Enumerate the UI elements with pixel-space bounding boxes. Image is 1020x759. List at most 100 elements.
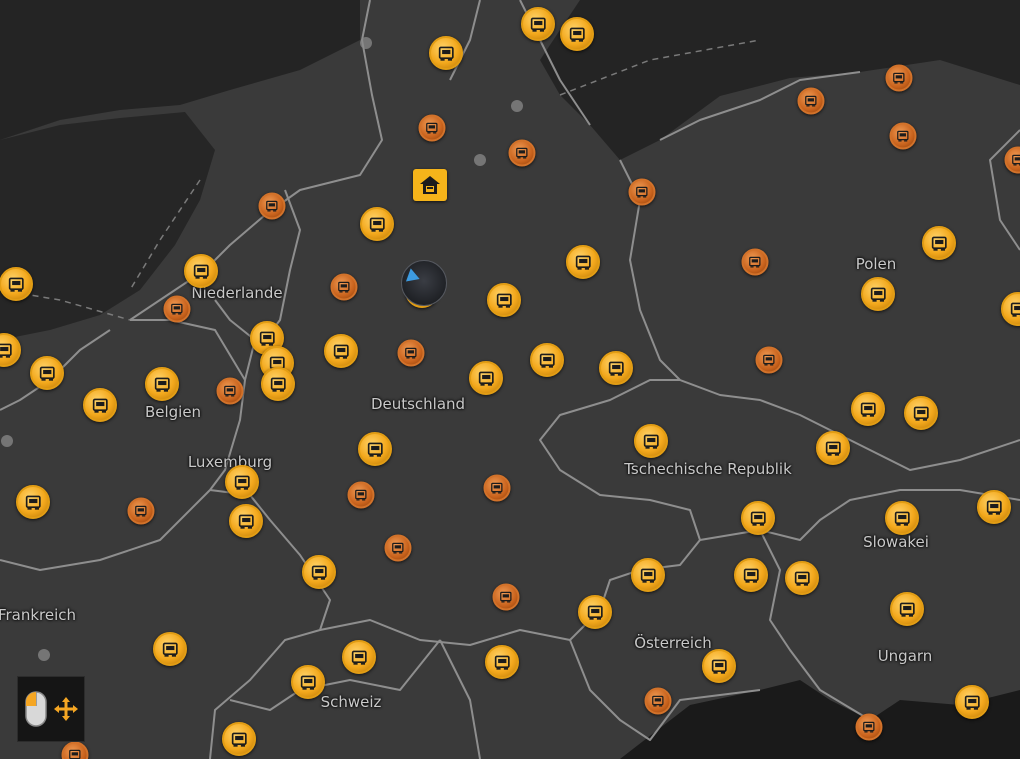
truck-icon [333,344,349,359]
company-marker[interactable] [599,351,633,385]
company-marker[interactable] [560,17,594,51]
service-marker[interactable] [258,192,286,220]
company-marker[interactable] [485,645,519,679]
service-marker[interactable] [163,295,191,323]
truck-icon [897,130,909,142]
service-marker[interactable] [741,248,769,276]
company-marker[interactable] [184,254,218,288]
service-marker[interactable] [885,64,913,92]
service-marker[interactable] [492,583,520,611]
service-marker[interactable] [628,178,656,206]
truck-icon [749,256,761,268]
truck-icon [608,361,624,376]
truck-icon [351,650,367,665]
company-marker[interactable] [302,555,336,589]
company-marker[interactable] [566,245,600,279]
truck-icon [899,602,915,617]
service-marker[interactable] [384,534,412,562]
world-map[interactable]: Niederlande Belgien Luxemburg Deutschland Fr… [0,0,1020,759]
truck-icon [893,72,905,84]
company-marker[interactable] [487,283,521,317]
company-marker[interactable] [358,432,392,466]
company-marker[interactable] [816,431,850,465]
company-marker[interactable] [145,367,179,401]
company-marker[interactable] [702,649,736,683]
truck-icon [39,366,55,381]
truck-icon [171,303,183,315]
truck-icon [743,568,759,583]
service-marker[interactable] [644,687,672,715]
company-marker[interactable] [734,558,768,592]
service-marker[interactable] [755,346,783,374]
truck-icon [870,287,886,302]
service-marker[interactable] [418,114,446,142]
company-marker[interactable] [634,424,668,458]
move-arrows-icon[interactable] [52,689,80,729]
truck-icon [640,568,656,583]
company-marker[interactable] [360,207,394,241]
company-marker[interactable] [922,226,956,260]
company-marker[interactable] [977,490,1011,524]
truck-icon [986,500,1002,515]
heading-arrow-icon [405,268,423,286]
truck-icon [231,732,247,747]
company-marker[interactable] [521,7,555,41]
mouse-icon[interactable] [22,689,50,729]
truck-icon [860,402,876,417]
company-marker[interactable] [225,465,259,499]
company-marker[interactable] [342,640,376,674]
truck-icon [311,565,327,580]
truck-icon [931,236,947,251]
company-marker[interactable] [16,485,50,519]
company-marker[interactable] [30,356,64,390]
truck-icon [0,343,12,358]
service-marker[interactable] [483,474,511,502]
company-marker[interactable] [222,722,256,756]
truck-icon [794,571,810,586]
company-marker[interactable] [885,501,919,535]
company-marker[interactable] [0,267,33,301]
service-marker[interactable] [855,713,883,741]
company-marker[interactable] [890,592,924,626]
truck-icon [1012,154,1020,166]
truck-icon [193,264,209,279]
company-marker[interactable] [955,685,989,719]
truck-icon [1010,302,1020,317]
company-marker[interactable] [469,361,503,395]
company-marker[interactable] [741,501,775,535]
company-marker[interactable] [153,632,187,666]
service-marker[interactable] [397,339,425,367]
service-marker[interactable] [347,481,375,509]
service-marker[interactable] [330,273,358,301]
company-marker[interactable] [851,392,885,426]
truck-icon [478,371,494,386]
truck-icon [266,200,278,212]
company-marker[interactable] [785,561,819,595]
service-marker[interactable] [797,87,825,115]
company-marker[interactable] [631,558,665,592]
company-marker[interactable] [261,367,295,401]
truck-icon [636,186,648,198]
city-dot [38,649,50,661]
company-marker[interactable] [229,504,263,538]
company-marker[interactable] [324,334,358,368]
city-dot [474,154,486,166]
company-marker[interactable] [904,396,938,430]
service-marker[interactable] [508,139,536,167]
service-marker[interactable] [889,122,917,150]
company-marker[interactable] [530,343,564,377]
garage-icon[interactable] [413,169,447,201]
company-marker[interactable] [861,277,895,311]
country-label: Slowakei [863,533,929,551]
company-marker[interactable] [83,388,117,422]
company-marker[interactable] [291,665,325,699]
truck-icon [92,398,108,413]
truck-icon [516,147,528,159]
truck-icon [750,511,766,526]
truck-icon [224,385,236,397]
service-marker[interactable] [127,497,155,525]
player-truck-position-icon[interactable] [401,260,447,306]
company-marker[interactable] [578,595,612,629]
company-marker[interactable] [429,36,463,70]
service-marker[interactable] [216,377,244,405]
